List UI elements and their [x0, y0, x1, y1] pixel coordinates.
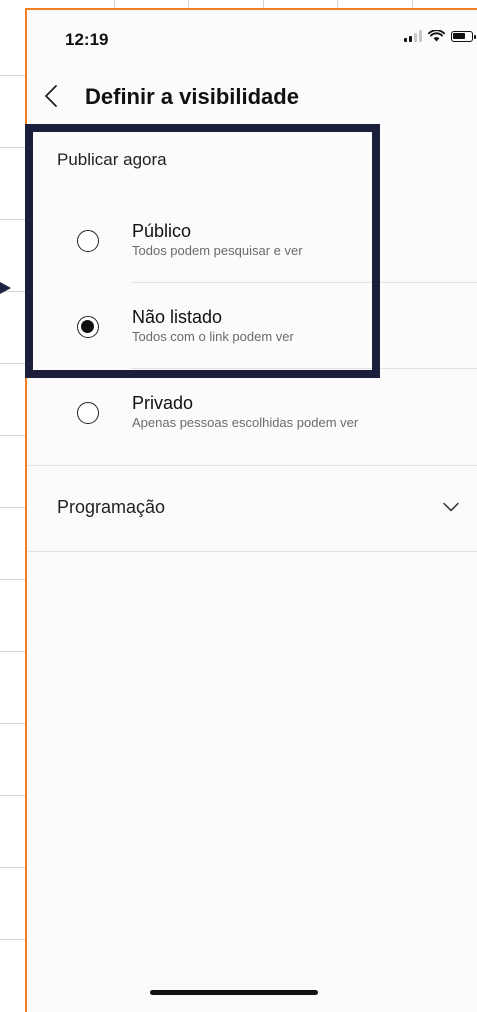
schedule-row[interactable]: Programação [27, 480, 477, 550]
divider [27, 551, 477, 552]
phone-screen: 12:19 Definir a visibilidade Publicar ag… [25, 8, 477, 1012]
background-grid [0, 0, 26, 1012]
wifi-icon [428, 30, 445, 42]
option-title: Privado [132, 393, 194, 413]
option-title: Não listado [132, 307, 223, 327]
option-description: Todos podem pesquisar e ver [132, 243, 303, 258]
radio-public[interactable] [77, 230, 99, 252]
background-grid-top [26, 0, 477, 8]
option-description: Apenas pessoas escolhidas podem ver [132, 415, 359, 430]
home-indicator[interactable] [150, 990, 318, 995]
arrow-marker-icon [0, 282, 11, 294]
chevron-down-icon[interactable] [443, 502, 459, 512]
status-bar: 12:19 [27, 10, 477, 66]
option-unlisted[interactable]: Não listado Todos com o link podem ver [27, 282, 477, 368]
option-private[interactable]: Privado Apenas pessoas escolhidas podem … [27, 368, 477, 454]
chevron-left-icon[interactable] [41, 82, 65, 110]
radio-private[interactable] [77, 402, 99, 424]
schedule-label: Programação [57, 497, 166, 517]
publish-now-label: Publicar agora [57, 150, 167, 169]
battery-icon [451, 30, 476, 42]
status-time: 12:19 [65, 30, 109, 49]
signal-icon [404, 30, 422, 42]
option-title: Público [132, 221, 192, 241]
option-public[interactable]: Público Todos podem pesquisar e ver [27, 196, 477, 282]
header: Definir a visibilidade [27, 74, 477, 118]
divider [27, 465, 477, 466]
page-title: Definir a visibilidade [85, 84, 299, 109]
option-description: Todos com o link podem ver [132, 329, 294, 344]
status-icons [404, 30, 476, 42]
radio-unlisted[interactable] [77, 316, 99, 338]
